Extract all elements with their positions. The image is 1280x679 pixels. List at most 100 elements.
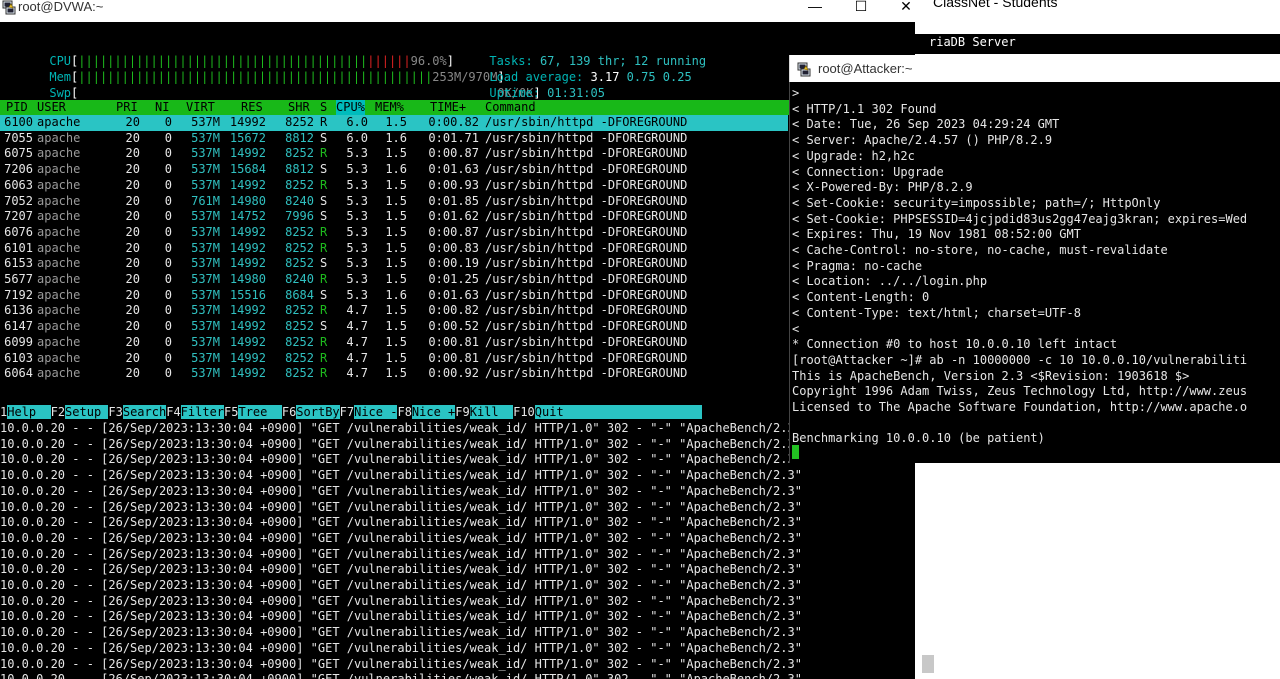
fkey-label[interactable]: Nice - — [354, 405, 398, 419]
process-pri: 20 — [125, 146, 140, 161]
fkey-label[interactable]: SortBy — [296, 405, 340, 419]
attacker-line: < Connection: Upgrade — [792, 164, 944, 179]
process-row[interactable]: 6147 apache 20 0 537M 14992 8252 S 4.7 1.5 0:00.52… — [0, 319, 788, 335]
process-user: apache — [37, 146, 81, 161]
process-time: 0:00.82 — [428, 115, 479, 129]
process-row[interactable]: 6103 apache 20 0 537M 14992 8252 R 4.7 1.5 0:00.81… — [0, 351, 788, 367]
attacker-line: < Expires: Thu, 19 Nov 1981 08:52:00 GMT — [792, 227, 1081, 242]
process-row[interactable]: 7192 apache 20 0 537M 15516 8684 S 5.3 1.6 0:01.63… — [0, 288, 788, 304]
col-s[interactable]: S — [320, 100, 327, 115]
maximize-button[interactable]: ☐ — [851, 0, 871, 16]
process-s: R — [320, 350, 328, 365]
process-table-header[interactable]: PID USER PRI NI VIRT RES SHR S CPU% MEM% TIME+ Comm… — [0, 100, 915, 115]
dvwa-terminal[interactable]: CPU[||||||||||||||||||||||||||||||||||||… — [0, 22, 915, 679]
dvwa-titlebar[interactable]: root@DVWA:~ — ☐ ✕ — [0, 0, 915, 22]
col-time[interactable]: TIME+ — [430, 100, 466, 115]
process-ni: 0 — [164, 272, 172, 286]
fkey-f9[interactable]: F9 — [455, 405, 470, 419]
process-res: 14992 — [229, 350, 266, 365]
process-row[interactable]: 6136 apache 20 0 537M 14992 8252 R 4.7 1.5 0:00.82… — [0, 303, 788, 319]
fkey-f6[interactable]: F6 — [281, 405, 297, 419]
process-mem: 1.5 — [385, 319, 407, 334]
process-shr: 8812 — [285, 130, 314, 145]
col-pid[interactable]: PID — [6, 100, 28, 115]
process-row[interactable]: 6101 apache 20 0 537M 14992 8252 R 5.3 1.5 0:00.83… — [0, 241, 788, 257]
process-virt: 537M — [191, 334, 220, 349]
col-shr[interactable]: SHR — [288, 100, 310, 115]
process-s: R — [320, 115, 328, 129]
fkey-f2[interactable]: F2 — [50, 405, 66, 419]
minimize-button[interactable]: — — [805, 0, 825, 16]
process-time: 0:01.63 — [428, 287, 479, 302]
process-ni: 0 — [164, 256, 172, 271]
process-mem: 1.5 — [385, 303, 407, 318]
fkey-f8[interactable]: F8 — [397, 405, 412, 419]
fkey-label[interactable]: Quit — [534, 405, 702, 419]
process-res: 14992 — [229, 366, 266, 381]
col-cpu[interactable]: CPU% — [336, 100, 365, 115]
process-row[interactable]: 5677 apache 20 0 537M 14980 8240 R 5.3 1.5 0:01.25… — [0, 272, 788, 288]
process-shr: 8252 — [285, 177, 314, 192]
fkey-label[interactable]: Search — [122, 405, 167, 419]
process-row[interactable]: 7206 apache 20 0 537M 15684 8812 S 5.3 1.6 0:01.63… — [0, 162, 788, 178]
process-user: apache — [37, 256, 81, 271]
col-pri[interactable]: PRI — [116, 100, 138, 115]
process-row[interactable]: 6075 apache 20 0 537M 14992 8252 R 5.3 1.5 0:00.87… — [0, 146, 788, 162]
background-window-titlebar[interactable]: ClassNet - Students — [915, 0, 1280, 34]
process-row[interactable]: 6100 apache 20 0 537M 14992 8252 R 6.0 1.5 0:00.82… — [0, 115, 788, 131]
process-row[interactable]: 7052 apache 20 0 761M 14980 8240 S 5.3 1.5 0:01.85… — [0, 194, 788, 210]
uptime-label: Uptime: — [489, 86, 540, 100]
fkey-f7[interactable]: F7 — [339, 405, 355, 419]
process-cpu: 4.7 — [346, 366, 368, 381]
process-row[interactable]: 7055 apache 20 0 537M 15672 8812 S 6.0 1.6 0:01.71… — [0, 131, 788, 147]
process-cpu: 5.3 — [346, 240, 368, 255]
process-virt: 537M — [191, 162, 220, 177]
process-shr: 8252 — [285, 334, 314, 349]
col-res[interactable]: RES — [241, 100, 263, 115]
fkey-label[interactable]: Help — [7, 405, 51, 419]
fkey-label[interactable]: Kill — [469, 405, 514, 419]
process-ni: 0 — [164, 303, 172, 318]
fkey-f5[interactable]: F5 — [224, 405, 239, 419]
process-cmd: /usr/sbin/httpd -DFOREGROUND — [485, 115, 688, 129]
putty-icon — [2, 0, 16, 15]
col-virt[interactable]: VIRT — [186, 100, 215, 115]
process-ni: 0 — [164, 193, 172, 208]
process-ni: 0 — [164, 162, 172, 177]
process-row[interactable]: 7207 apache 20 0 537M 14752 7996 S 5.3 1.5 0:01.62… — [0, 209, 788, 225]
attacker-titlebar[interactable]: root@Attacker:~ — [789, 55, 1280, 82]
fkey-f4[interactable]: F4 — [166, 405, 181, 419]
process-row[interactable]: 6099 apache 20 0 537M 14992 8252 R 4.7 1.5 0:00.81… — [0, 335, 788, 351]
attacker-line: Benchmarking 10.0.0.10 (be patient) — [792, 431, 1045, 446]
process-row[interactable]: 6076 apache 20 0 537M 14992 8252 R 5.3 1.5 0:00.87… — [0, 225, 788, 241]
attacker-terminal[interactable]: > < HTTP/1.1 302 Found < Date: Tue, 26 Sep… — [789, 82, 1280, 463]
process-pri: 20 — [125, 334, 140, 349]
process-row[interactable]: 6153 apache 20 0 537M 14992 8252 S 5.3 1.5 0:00.19… — [0, 256, 788, 272]
attacker-terminal-window[interactable]: root@Attacker:~ > < HTTP/1.1 302 Found < D… — [789, 55, 1280, 463]
col-command[interactable]: Command — [485, 100, 536, 115]
process-pri: 20 — [125, 115, 140, 129]
close-button[interactable]: ✕ — [896, 0, 916, 16]
scrollbar-thumb[interactable] — [922, 655, 934, 673]
col-mem[interactable]: MEM% — [375, 100, 404, 115]
process-pid: 5677 — [4, 272, 33, 286]
process-row[interactable]: 6064 apache 20 0 537M 14992 8252 R 4.7 1.5 0:00.92… — [0, 366, 788, 382]
process-user: apache — [37, 334, 81, 349]
col-user[interactable]: USER — [37, 100, 66, 115]
fkey-f3[interactable]: F3 — [108, 405, 123, 419]
attacker-line: < HTTP/1.1 302 Found — [792, 101, 937, 116]
fkey-f10[interactable]: F10 — [513, 405, 535, 419]
log-line: 10.0.0.20 - - [26/Sep/2023:13:30:04 +090… — [0, 625, 802, 640]
dvwa-terminal-window[interactable]: root@DVWA:~ — ☐ ✕ CPU[||||||||||||||||||… — [0, 0, 915, 679]
process-mem: 1.5 — [385, 272, 407, 286]
fkey-label[interactable]: Tree — [238, 405, 282, 419]
process-row[interactable]: 6063 apache 20 0 537M 14992 8252 R 5.3 1.5 0:00.93… — [0, 178, 788, 194]
htop-function-bar: 1Help F2Setup F3SearchF4FilterF5Tree F6S… — [0, 405, 915, 420]
col-ni[interactable]: NI — [155, 100, 169, 115]
attacker-line: < Content-Type: text/html; charset=UTF-8 — [792, 305, 1081, 320]
fkey-label[interactable]: Filter — [180, 405, 225, 419]
fkey-label[interactable]: Setup — [65, 405, 109, 419]
process-pid: 6064 — [4, 366, 33, 381]
process-pid: 6100 — [4, 115, 33, 129]
fkey-label[interactable]: Nice + — [411, 405, 456, 419]
